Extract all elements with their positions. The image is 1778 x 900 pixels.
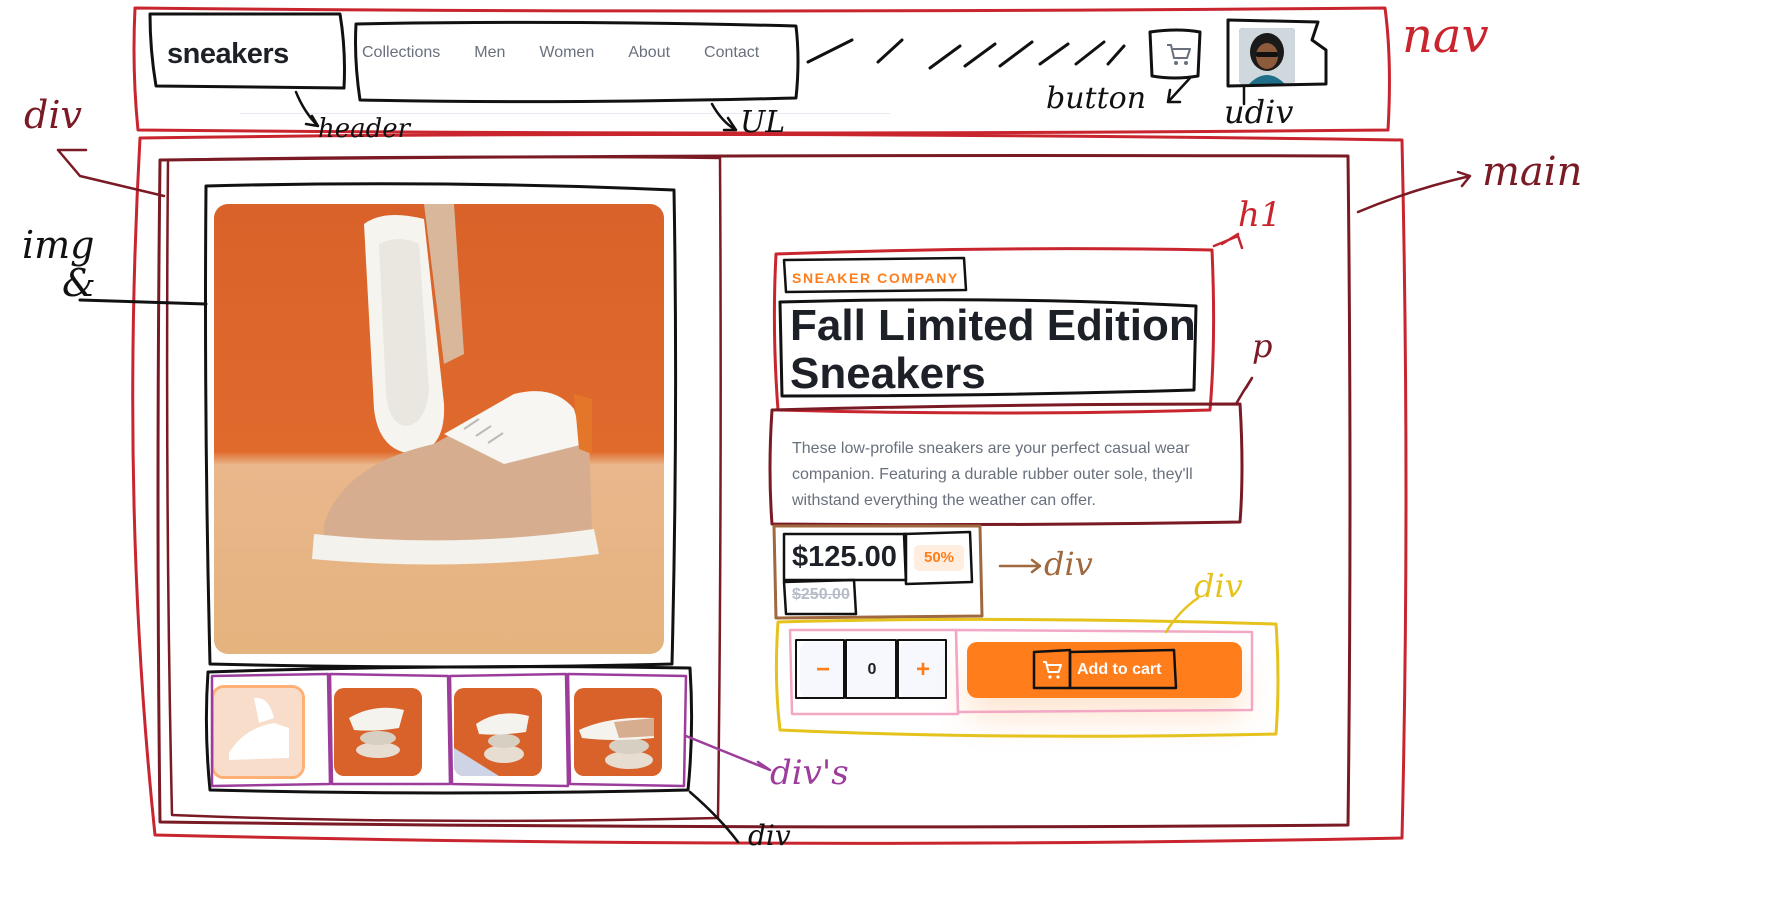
annotation-overlay [56,6,1472,845]
annotation-button: button [1046,81,1147,116]
annotation-udiv: udiv [1224,93,1294,131]
annotation-img: img [22,223,95,267]
annotation-thumbs-divs: div's [770,753,849,793]
annotation-price-div: div [1044,545,1093,583]
annotation-main: main [1482,149,1583,195]
annotation-nav: nav [1402,8,1489,64]
annotation-header: header [318,114,411,144]
annotation-div-left: div [24,93,82,137]
annotation-bottom-div: div [748,819,791,852]
annotation-h1: h1 [1238,195,1282,235]
annotation-p: p [1252,327,1273,365]
annotation-qty-div: div [1194,567,1243,605]
annotation-ul: UL [740,105,786,140]
annotation-amp: & [62,261,96,305]
